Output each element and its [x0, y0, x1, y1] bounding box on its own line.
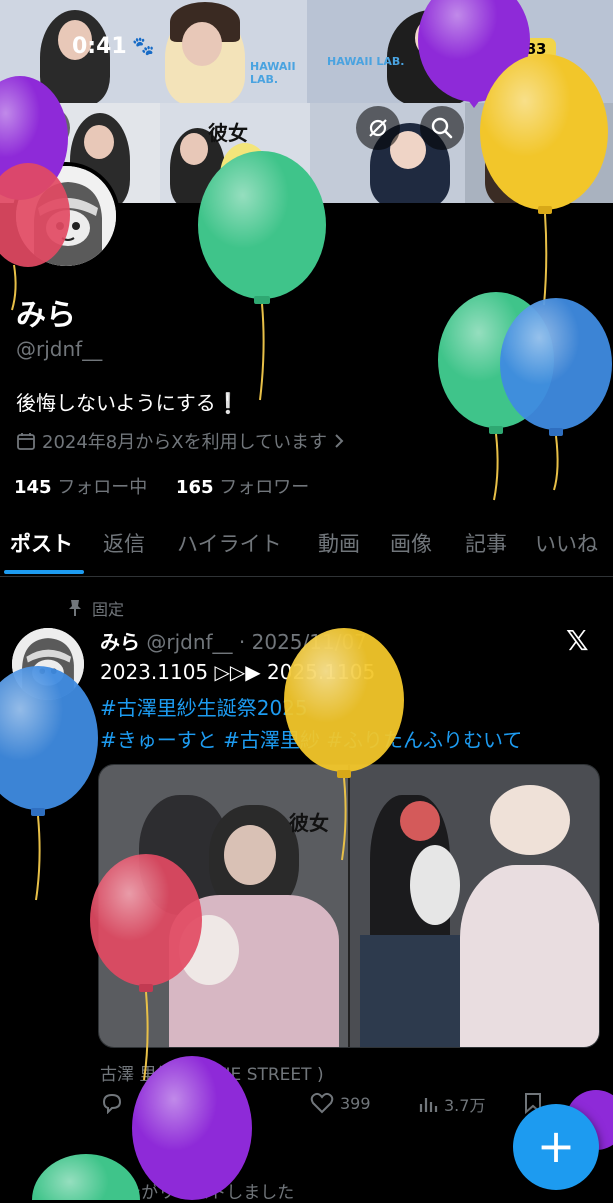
joined-date-row[interactable]: 2024年8月からXを利用しています [16, 428, 345, 454]
paw-icon: 🐾 [132, 36, 155, 57]
battery-indicator: 83 [516, 38, 556, 60]
pencil-icon [495, 119, 513, 137]
reposted-label: あなたがリポストしました [90, 1183, 295, 1203]
compose-post-button[interactable]: + [513, 1104, 599, 1190]
tab-videos[interactable]: 動画 [318, 528, 360, 558]
active-tab-indicator [4, 570, 84, 574]
retweet-button[interactable]: 0 [200, 1092, 242, 1112]
banner-photo-4: 彼女 [160, 103, 310, 203]
search-icon [431, 117, 453, 139]
retweet-icon [201, 1094, 225, 1110]
post-header: みら @rjdnf__ · 2025/11/07 [100, 626, 367, 655]
media-photo-2[interactable] [350, 765, 599, 1047]
edit-button[interactable] [482, 106, 526, 150]
post-handle[interactable]: @rjdnf__ [146, 630, 232, 654]
following-label: フォロー中 [57, 477, 148, 498]
cellular-signal-icon [440, 40, 469, 56]
tagged-user[interactable]: 古澤 里紗 ( CUTIE STREET ) [100, 1060, 324, 1085]
pin-icon [69, 600, 81, 616]
arrow-left-icon [38, 119, 58, 137]
avatar-illustration [12, 628, 84, 700]
post-author[interactable]: みら [100, 630, 140, 654]
like-count: 399 [340, 1093, 371, 1113]
post-date: · 2025/11/07 [238, 630, 367, 654]
tab-images[interactable]: 画像 [390, 528, 432, 558]
user-handle: @rjdnf__ [16, 337, 103, 361]
share-button[interactable] [540, 106, 584, 150]
back-button[interactable] [26, 106, 70, 150]
tab-likes[interactable]: いいね [535, 528, 598, 558]
profile-tabs: ポスト 返信 ハイライト 動画 画像 記事 いいね [0, 522, 613, 577]
hashtag-link[interactable]: #古澤里紗 [223, 728, 320, 752]
profile-bio: 後悔しないようにする❕ [16, 391, 241, 415]
retweet-icon: ⟲ [70, 1183, 85, 1203]
views-count: 3.7万 [444, 1096, 486, 1115]
share-icon [552, 117, 572, 138]
profile-avatar[interactable] [12, 162, 120, 270]
calendar-icon [17, 433, 35, 450]
tab-replies[interactable]: 返信 [103, 528, 145, 558]
followers-label: フォロワー [219, 477, 310, 498]
hashtag-link[interactable]: #きゅーすと [100, 728, 217, 752]
balloon-blue-post [0, 666, 98, 901]
status-time: 0:41 [72, 34, 127, 59]
following-count: 145 [14, 477, 52, 498]
joined-date-text: 2024年8月からXを利用しています [42, 432, 328, 453]
reply-icon [102, 1093, 122, 1114]
followers-count: 165 [175, 477, 214, 498]
pinned-label: 固定 [92, 600, 125, 619]
follow-stats: 145 フォロー中 165 フォロワー [14, 473, 309, 499]
media-photo-1[interactable]: 彼女 [99, 765, 348, 1047]
heart-icon [310, 1092, 334, 1114]
media-sticker: 彼女 [289, 811, 329, 835]
hashtag-link[interactable]: #古澤里紗生誕祭2025 [100, 692, 308, 721]
like-button[interactable]: 399 [310, 1092, 371, 1114]
hashtag-link[interactable]: #ふりたんふりむいて [326, 728, 522, 752]
grok-icon [369, 119, 387, 137]
avatar-illustration [16, 166, 116, 266]
views-icon [419, 1098, 438, 1112]
banner-sticker: 彼女 [208, 121, 248, 145]
pinned-row: 固定 [68, 596, 124, 620]
reply-button[interactable] [100, 1092, 124, 1114]
retweet-count: 0 [232, 1092, 243, 1112]
views-button[interactable]: 3.7万 [418, 1092, 485, 1116]
tab-articles[interactable]: 記事 [465, 528, 507, 558]
balloon-green-right [438, 292, 554, 501]
display-name: みら [16, 298, 76, 333]
plus-icon: + [536, 1119, 576, 1173]
post-avatar[interactable] [12, 628, 84, 700]
chevron-right-icon [335, 434, 344, 448]
reposted-row: ⟲ あなたがリポストしました [70, 1178, 294, 1203]
wifi-icon [480, 39, 504, 57]
tab-posts[interactable]: ポスト [10, 528, 73, 558]
post-text-line: 2023.1105 ▷▷▶ 2025.1105 [100, 660, 376, 684]
grok-button[interactable] [356, 106, 400, 150]
post-media[interactable]: 彼女 [98, 764, 600, 1048]
search-button[interactable] [420, 106, 464, 150]
balloon-blue-right [500, 298, 612, 491]
following-link[interactable]: 145 フォロー中 [14, 477, 147, 498]
followers-link[interactable]: 165 フォロワー [176, 477, 309, 498]
tab-highlights[interactable]: ハイライト [177, 528, 282, 558]
post-actions: 0 399 3.7万 [100, 1092, 560, 1122]
x-logo-icon: 𝕏 [566, 624, 589, 657]
